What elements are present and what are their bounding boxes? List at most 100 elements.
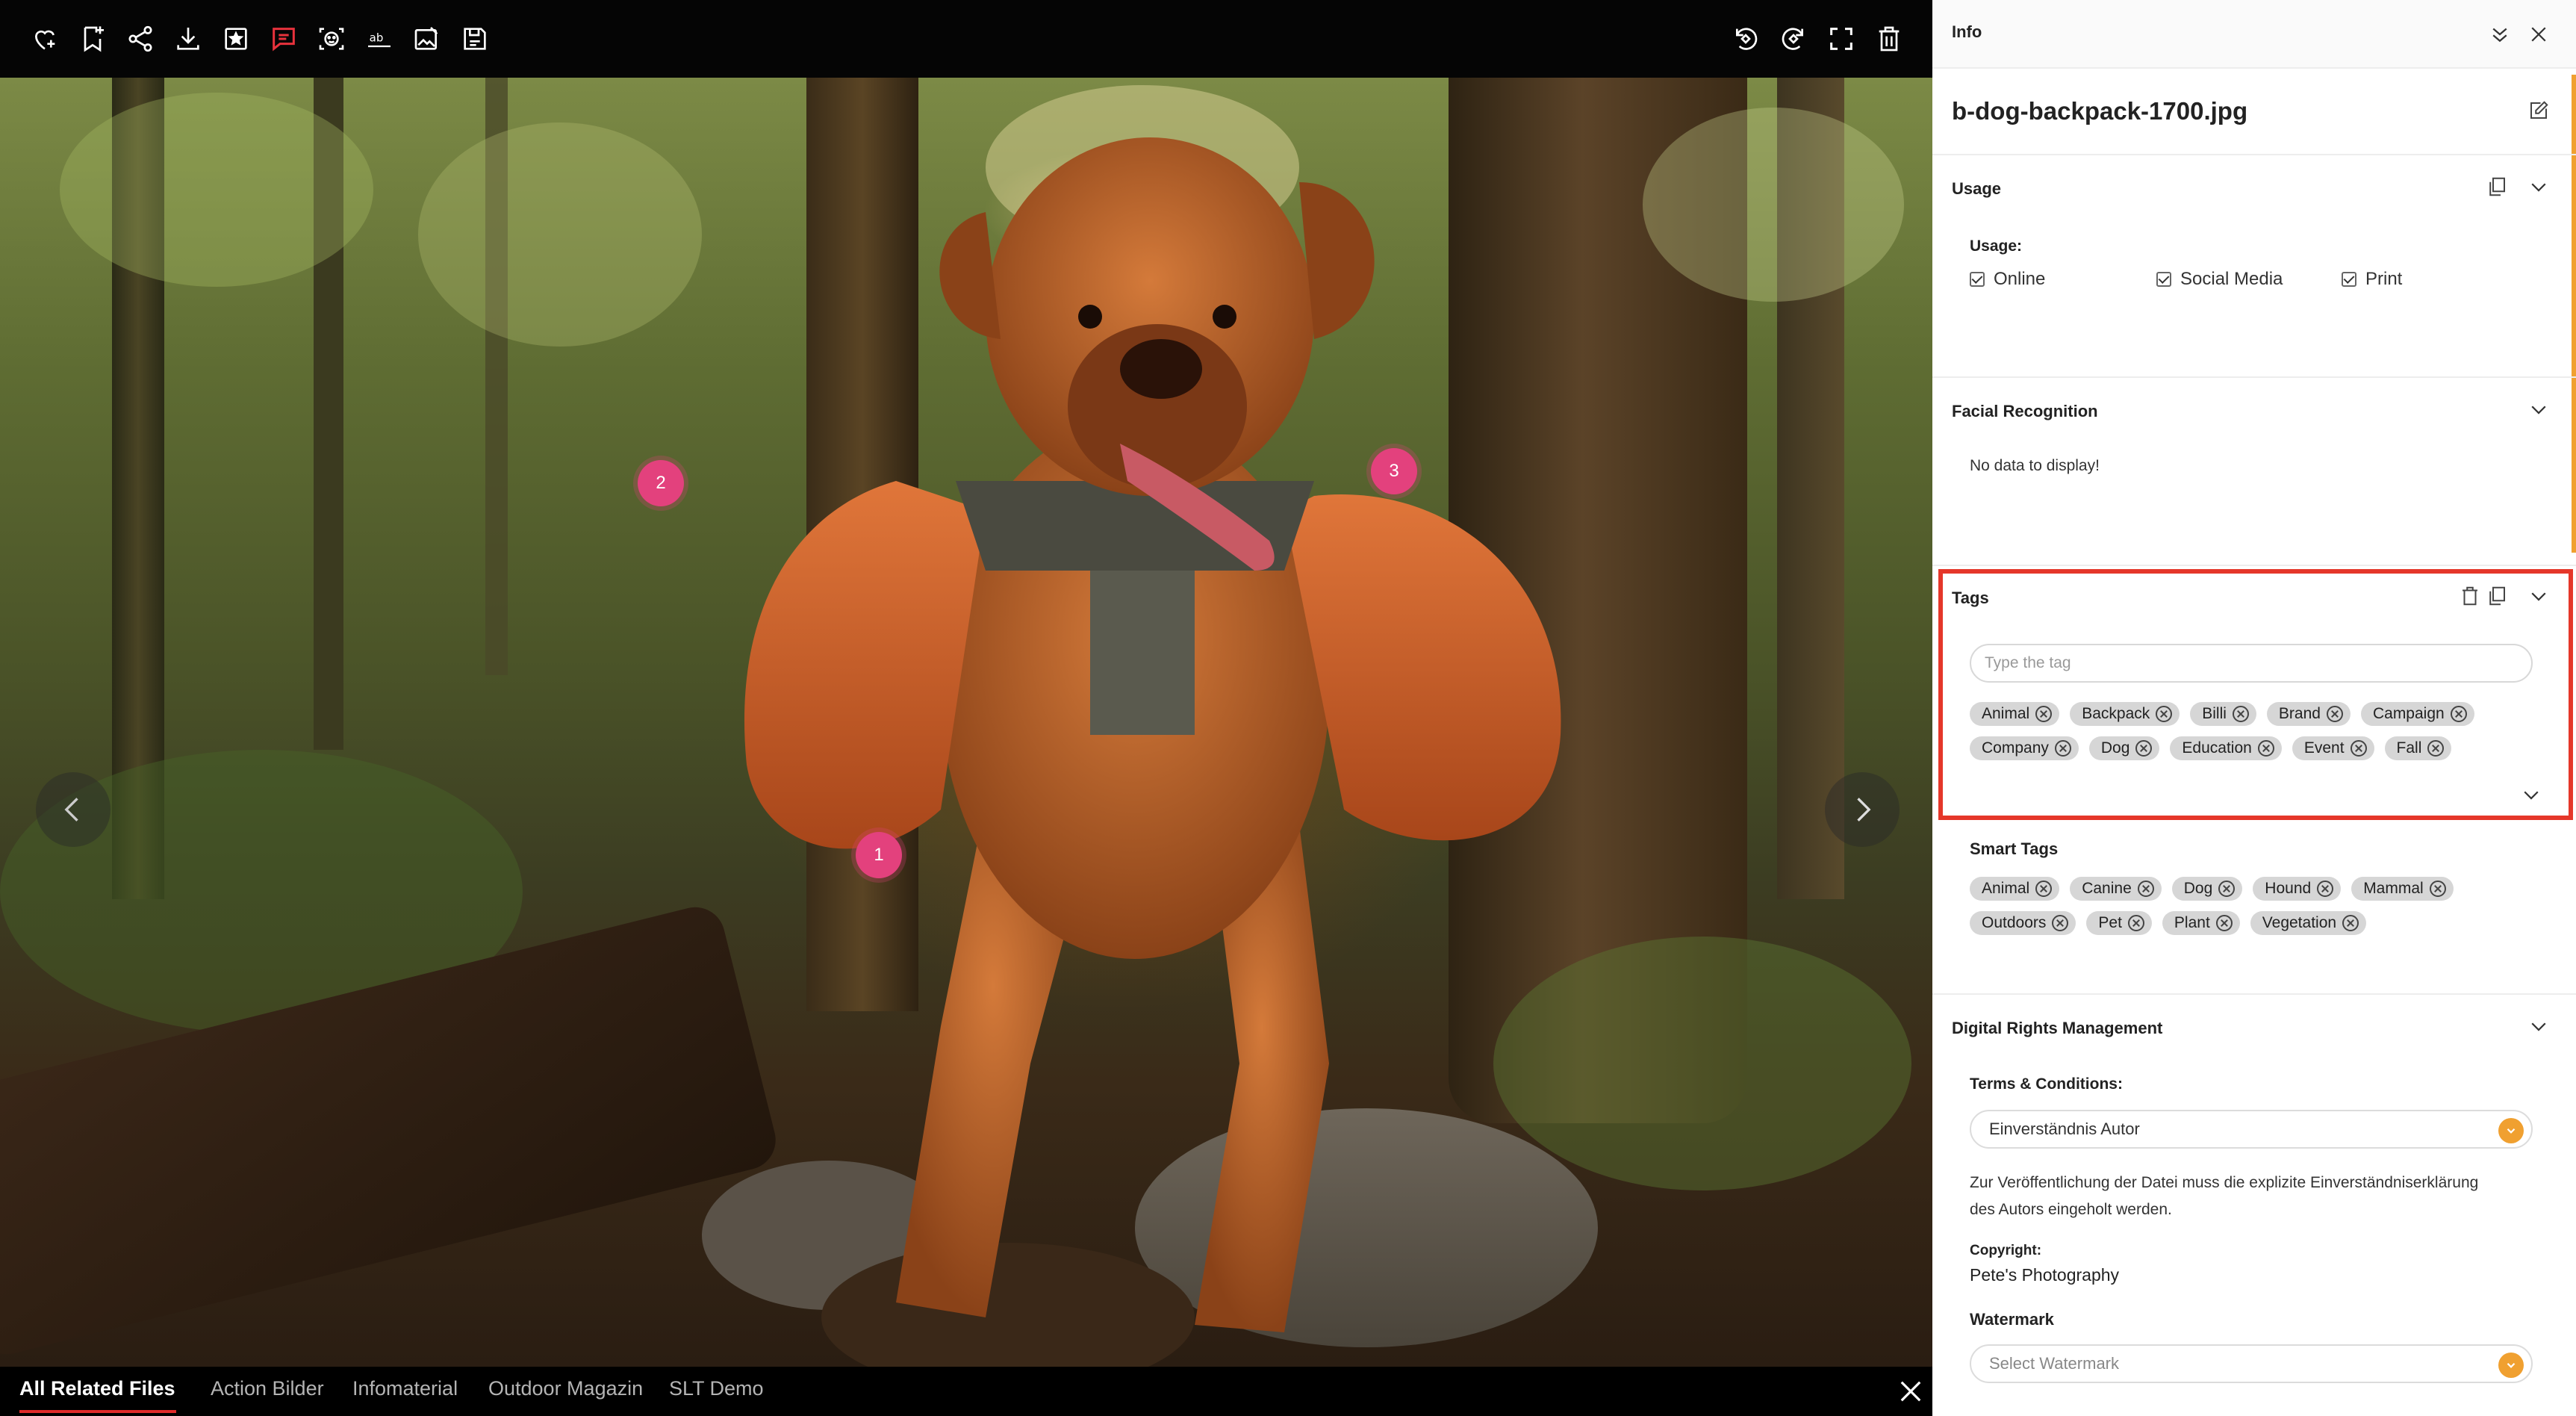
tab-all-related-files[interactable]: All Related Files [19,1377,175,1400]
hotspot-marker[interactable]: 3 [1371,448,1417,494]
smart-tag-chip[interactable]: Vegetation [2250,911,2367,935]
usage-section: Usage Usage: Online Social Media Print [1932,155,2576,378]
remove-tag-icon[interactable] [2317,881,2334,897]
tag-chip[interactable]: Fall [2384,736,2452,760]
remove-tag-icon[interactable] [2135,740,2153,757]
usage-online-checkbox[interactable]: Online [1970,269,2045,290]
smart-tag-chip[interactable]: Pet [2086,911,2152,935]
smart-tag-chip[interactable]: Canine [2070,877,2162,901]
image-edit-icon[interactable] [408,19,447,58]
save-version-icon[interactable] [455,19,494,58]
remove-tag-icon[interactable] [2350,740,2367,757]
drm-toggle[interactable] [2524,1011,2554,1041]
hotspot-marker[interactable]: 2 [638,460,684,506]
remove-tag-icon[interactable] [2137,881,2154,897]
tag-chip[interactable]: Backpack [2070,702,2180,726]
smart-tag-chip[interactable]: Hound [2253,877,2342,901]
remove-tag-icon[interactable] [2257,740,2274,757]
tag-input[interactable]: Type the tag [1970,644,2533,683]
copy-button[interactable] [2482,172,2512,202]
watermark-select[interactable]: Select Watermark [1970,1344,2533,1383]
comment-icon[interactable] [264,19,303,58]
edit-filename-button[interactable] [2524,96,2554,125]
smart-tag-chip[interactable]: Outdoors [1970,911,2076,935]
expand-tags-button[interactable] [2516,780,2546,810]
remove-tag-icon[interactable] [2215,915,2233,931]
tab-action-bilder[interactable]: Action Bilder [211,1377,324,1400]
remove-tag-icon[interactable] [2052,915,2069,931]
copy-icon [2489,586,2505,606]
related-files-bar: All Related Files Action Bilder Infomate… [0,1367,1932,1416]
face-scan-icon[interactable] [312,19,351,58]
tag-label: Education [2182,739,2252,757]
usage-social-media-checkbox[interactable]: Social Media [2156,269,2283,290]
remove-tag-icon[interactable] [2035,706,2053,722]
panel-header: Info [1932,0,2576,69]
hotspot-marker[interactable]: 1 [856,832,902,878]
bookmark-plus-icon[interactable] [73,19,112,58]
tab-slt-demo[interactable]: SLT Demo [669,1377,764,1400]
remove-tag-icon[interactable] [2326,706,2343,722]
tag-chip[interactable]: Animal [1970,702,2060,726]
watermark-label: Watermark [1970,1310,2054,1329]
text-recognition-icon[interactable]: ab [360,19,399,58]
remove-tag-icon[interactable] [2054,740,2071,757]
tag-label: Plant [2174,914,2210,931]
trash-icon[interactable] [1870,19,1908,58]
fullscreen-icon[interactable] [1822,19,1861,58]
terms-select[interactable]: Einverständnis Autor [1970,1110,2533,1149]
tab-infomaterial[interactable]: Infomaterial [352,1377,458,1400]
copy-tags-button[interactable] [2482,581,2512,611]
star-box-icon[interactable] [217,19,255,58]
tag-label: Outdoors [1982,914,2047,931]
usage-print-checkbox[interactable]: Print [2342,269,2402,290]
usage-toggle[interactable] [2524,172,2554,202]
chevron-right-icon [1857,798,1871,822]
tab-outdoor-magazin[interactable]: Outdoor Magazin [488,1377,643,1400]
facial-recognition-toggle[interactable] [2524,394,2554,424]
tag-label: Animal [1982,880,2030,897]
remove-tag-icon[interactable] [2127,915,2144,931]
remove-tag-icon[interactable] [2450,706,2467,722]
rotate-right-icon[interactable] [1774,19,1813,58]
smart-tag-chip[interactable]: Animal [1970,877,2060,901]
chevron-left-icon [64,798,78,822]
remove-tag-icon[interactable] [2218,881,2236,897]
tag-chip[interactable]: Dog [2088,736,2160,760]
tag-label: Brand [2278,705,2321,722]
facial-recognition-title: Facial Recognition [1952,402,2098,420]
tag-chip[interactable]: Education [2170,736,2282,760]
smart-tag-chip[interactable]: Mammal [2351,877,2454,901]
share-icon[interactable] [121,19,160,58]
smart-tag-chip[interactable]: Plant [2162,911,2240,935]
tag-chip[interactable]: Event [2292,736,2374,760]
collapse-all-button[interactable] [2485,19,2515,49]
remove-tag-icon[interactable] [2035,881,2053,897]
remove-tag-icon[interactable] [2156,706,2173,722]
delete-tags-button[interactable] [2455,581,2485,611]
remove-tag-icon[interactable] [2342,915,2359,931]
tag-chip[interactable]: Brand [2266,702,2351,726]
remove-tag-icon[interactable] [2427,740,2445,757]
checkbox-label: Print [2365,269,2403,289]
tag-chip[interactable]: Company [1970,736,2079,760]
rotate-left-icon[interactable] [1726,19,1765,58]
smart-tag-chip[interactable]: Dog [2171,877,2243,901]
heart-plus-icon[interactable] [25,19,64,58]
tags-toggle[interactable] [2524,581,2554,611]
remove-tag-icon[interactable] [2232,706,2249,722]
close-icon[interactable] [1895,1376,1926,1407]
next-image-button[interactable] [1825,772,1900,847]
close-panel-button[interactable] [2524,19,2554,49]
facial-recognition-section: Facial Recognition No data to display! [1932,378,2576,566]
tag-chip[interactable]: Campaign [2360,702,2474,726]
chevron-down-icon [2498,1118,2524,1143]
download-icon[interactable] [169,19,208,58]
tag-chip[interactable]: Billi [2190,702,2256,726]
empty-state-text: No data to display! [1970,457,2100,474]
remove-tag-icon[interactable] [2429,881,2446,897]
chevron-down-icon [2524,791,2539,800]
asset-image: 1 2 3 [0,78,1932,1367]
checkbox-label: Online [1994,269,2046,289]
previous-image-button[interactable] [36,772,111,847]
